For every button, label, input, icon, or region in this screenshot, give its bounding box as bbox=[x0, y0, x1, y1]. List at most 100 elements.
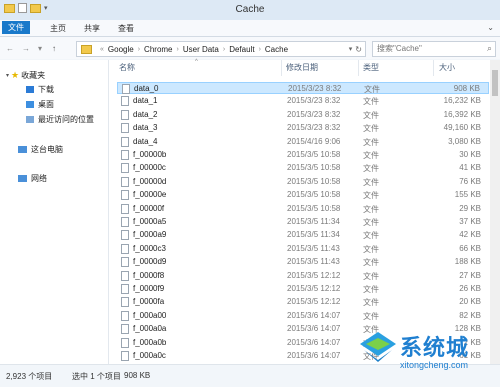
file-size: 16,392 KB bbox=[443, 109, 481, 119]
file-size: 42 KB bbox=[459, 230, 481, 240]
file-icon bbox=[121, 123, 129, 134]
table-row[interactable]: f_00000e 2015/3/5 10:58 文件 155 KB bbox=[117, 189, 489, 201]
file-icon bbox=[121, 96, 129, 107]
file-date: 2015/4/16 9:06 bbox=[287, 136, 341, 146]
file-name: data_2 bbox=[133, 109, 158, 119]
table-row[interactable]: data_2 2015/3/23 8:32 文件 16,392 KB bbox=[117, 109, 489, 121]
arrow-right-icon: → bbox=[22, 43, 30, 53]
table-row[interactable]: f_0000f8 2015/3/5 12:12 文件 27 KB bbox=[117, 270, 489, 282]
chevron-down-icon[interactable]: ▾ bbox=[349, 45, 353, 53]
breadcrumb-user-data[interactable]: User Data bbox=[183, 45, 219, 54]
table-row[interactable]: f_0000a5 2015/3/5 11:34 文件 37 KB bbox=[117, 216, 489, 228]
sidebar-item-label: 网络 bbox=[31, 174, 47, 183]
chevron-down-icon: ▾ bbox=[6, 73, 10, 79]
column-divider[interactable] bbox=[358, 60, 359, 76]
table-row[interactable]: data_4 2015/4/16 9:06 文件 3,080 KB bbox=[117, 136, 489, 148]
table-row[interactable]: f_0000fa 2015/3/5 12:12 文件 20 KB bbox=[117, 296, 489, 308]
breadcrumb-default[interactable]: Default bbox=[229, 45, 254, 54]
tab-view[interactable]: 查看 bbox=[112, 22, 140, 35]
file-type: 文件 bbox=[363, 298, 379, 308]
file-name: f_0000a9 bbox=[133, 230, 167, 240]
sidebar-item-desktop[interactable]: 桌面 bbox=[26, 99, 54, 110]
column-header-type[interactable]: 类型 bbox=[363, 60, 379, 76]
file-name: data_0 bbox=[134, 84, 159, 93]
file-size: 27 KB bbox=[459, 270, 481, 280]
sidebar-item-recent-places[interactable]: 最近访问的位置 bbox=[26, 114, 94, 125]
sidebar-item-this-pc[interactable]: 这台电脑 bbox=[18, 144, 63, 155]
column-divider[interactable] bbox=[281, 60, 282, 76]
file-icon bbox=[121, 310, 129, 321]
file-icon bbox=[121, 243, 129, 254]
file-type: 文件 bbox=[363, 258, 379, 268]
breadcrumb-chrome[interactable]: Chrome bbox=[144, 45, 172, 54]
file-icon bbox=[121, 176, 129, 187]
file-date: 2015/3/6 14:07 bbox=[287, 324, 341, 334]
file-size: 155 KB bbox=[454, 190, 481, 200]
tab-share[interactable]: 共享 bbox=[78, 22, 106, 35]
folder-icon bbox=[81, 44, 92, 54]
tab-file[interactable]: 文件 bbox=[2, 21, 30, 34]
back-button[interactable]: ← bbox=[4, 42, 16, 54]
search-icon[interactable]: ⌕ bbox=[487, 43, 492, 54]
sidebar-item-favorites[interactable]: ▾ ★ 收藏夹 bbox=[6, 70, 45, 81]
sidebar-item-label: 这台电脑 bbox=[31, 145, 63, 154]
breadcrumb-separator: › bbox=[137, 45, 141, 53]
column-divider[interactable] bbox=[433, 60, 434, 76]
file-name: f_0000d9 bbox=[133, 257, 167, 267]
file-size: 908 KB bbox=[453, 84, 480, 93]
vertical-scrollbar[interactable] bbox=[490, 60, 500, 364]
scrollbar-thumb[interactable] bbox=[492, 70, 498, 96]
recent-locations-button[interactable]: ▾ bbox=[36, 42, 44, 54]
table-row[interactable]: data_1 2015/3/23 8:32 文件 16,232 KB bbox=[117, 95, 489, 107]
file-date: 2015/3/5 11:43 bbox=[287, 257, 340, 267]
file-size: 76 KB bbox=[459, 176, 481, 186]
table-row[interactable]: f_000a00 2015/3/6 14:07 文件 82 KB bbox=[117, 310, 489, 322]
window-title: Cache bbox=[235, 4, 265, 15]
sidebar-item-downloads[interactable]: 下载 bbox=[26, 84, 54, 95]
search-input[interactable] bbox=[373, 42, 477, 54]
forward-button[interactable]: → bbox=[20, 42, 32, 54]
table-row[interactable]: f_0000f9 2015/3/5 12:12 文件 26 KB bbox=[117, 283, 489, 295]
watermark-logo-icon bbox=[360, 332, 396, 362]
table-row[interactable]: f_0000c3 2015/3/5 11:43 文件 66 KB bbox=[117, 243, 489, 255]
file-type: 文件 bbox=[363, 231, 379, 241]
table-row[interactable]: f_0000d9 2015/3/5 11:43 文件 188 KB bbox=[117, 256, 489, 268]
table-row[interactable]: f_0000a9 2015/3/5 11:34 文件 42 KB bbox=[117, 229, 489, 241]
computer-icon bbox=[18, 146, 27, 153]
file-date: 2015/3/23 8:32 bbox=[287, 96, 341, 106]
search-box[interactable]: ⌕ bbox=[372, 41, 496, 57]
file-type: 文件 bbox=[363, 110, 379, 120]
file-list: ^ 名称 修改日期 类型 大小 data_0 2015/3/23 8:32 文件 90… bbox=[109, 59, 490, 364]
table-row[interactable]: f_00000d 2015/3/5 10:58 文件 76 KB bbox=[117, 176, 489, 188]
breadcrumb-separator: › bbox=[258, 45, 261, 53]
breadcrumb-cache[interactable]: Cache bbox=[265, 45, 288, 54]
table-row[interactable]: f_00000c 2015/3/5 10:58 文件 41 KB bbox=[117, 162, 489, 174]
chevron-down-icon[interactable]: ⌄ bbox=[487, 23, 494, 32]
file-icon bbox=[121, 230, 129, 241]
breadcrumb-google[interactable]: Google bbox=[108, 45, 134, 54]
file-icon bbox=[121, 203, 129, 214]
table-row[interactable]: data_0 2015/3/23 8:32 文件 908 KB bbox=[117, 82, 489, 94]
file-date: 2015/3/23 8:32 bbox=[287, 123, 341, 133]
up-button[interactable]: ↑ bbox=[48, 42, 60, 54]
sidebar-item-network[interactable]: 网络 bbox=[18, 173, 47, 184]
table-row[interactable]: f_00000f 2015/3/5 10:58 文件 29 KB bbox=[117, 203, 489, 215]
column-header-date[interactable]: 修改日期 bbox=[286, 60, 318, 76]
file-name: f_00000c bbox=[133, 163, 166, 173]
column-header-name[interactable]: 名称 bbox=[119, 60, 135, 76]
file-type: 文件 bbox=[363, 244, 379, 254]
file-name: f_0000a5 bbox=[133, 217, 167, 226]
file-date: 2015/3/5 12:12 bbox=[287, 297, 341, 307]
recent-places-icon bbox=[26, 116, 34, 123]
file-icon bbox=[121, 270, 129, 281]
table-row[interactable]: data_3 2015/3/23 8:32 文件 49,160 KB bbox=[117, 122, 489, 134]
address-bar[interactable]: « Google › Chrome › User Data › Default … bbox=[76, 41, 366, 57]
table-row[interactable]: f_00000b 2015/3/5 10:58 文件 30 KB bbox=[117, 149, 489, 161]
tab-home[interactable]: 主页 bbox=[44, 22, 72, 35]
file-date: 2015/3/5 11:43 bbox=[287, 243, 340, 253]
refresh-icon[interactable]: ↻ bbox=[355, 45, 362, 54]
column-header-size[interactable]: 大小 bbox=[439, 60, 455, 76]
arrow-up-icon: ↑ bbox=[52, 43, 56, 53]
file-size: 37 KB bbox=[459, 217, 481, 226]
watermark-brand: 系统城 bbox=[400, 335, 470, 360]
